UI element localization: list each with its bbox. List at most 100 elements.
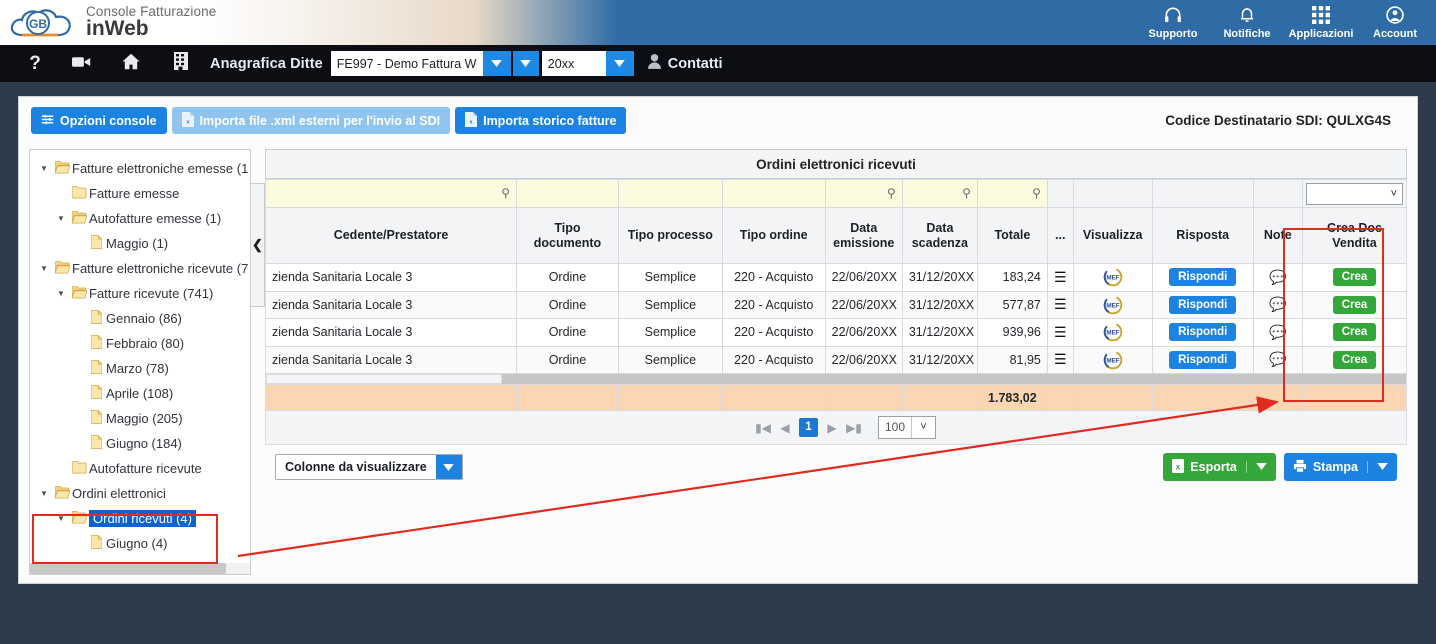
tree-item[interactable]: ▼ Fatture emesse	[30, 181, 250, 206]
hamburger-icon[interactable]: ☰	[1054, 352, 1067, 366]
chevron-down-icon[interactable]	[1367, 461, 1397, 473]
table-row[interactable]: zienda Sanitaria Locale 3 Ordine Semplice 2…	[264, 345, 1408, 374]
col-note[interactable]: Note	[1252, 207, 1303, 264]
chevron-down-icon[interactable]: ▼	[36, 164, 52, 173]
tree-item[interactable]: ▼ Gennaio (86)	[30, 306, 250, 331]
mef-logo-icon[interactable]: MEF	[1103, 323, 1123, 342]
chevron-down-icon[interactable]: ˅	[911, 417, 935, 438]
col-visualizza[interactable]: Visualizza	[1072, 207, 1153, 264]
company-selector[interactable]	[330, 51, 539, 76]
video-icon[interactable]	[56, 54, 106, 74]
colonne-da-visualizzare-select[interactable]: Colonne da visualizzare	[275, 454, 463, 480]
page-size-selector[interactable]: 100 ˅	[878, 416, 936, 439]
col-cedente[interactable]: Cedente/Prestatore	[264, 207, 518, 264]
header-item-applicazioni[interactable]: Applicazioni	[1284, 5, 1358, 40]
cell-crea-doc-vendita[interactable]: Crea	[1301, 290, 1408, 319]
col-more[interactable]: ...	[1046, 207, 1074, 264]
cell-visualizza[interactable]: MEF	[1072, 263, 1153, 292]
filter-crea-doc-vendita[interactable]: ˅	[1301, 179, 1408, 208]
crea-button[interactable]: Crea	[1332, 268, 1377, 287]
cell-risposta[interactable]: Rispondi	[1151, 263, 1254, 292]
cell-note[interactable]: 💬	[1252, 263, 1303, 292]
header-item-supporto[interactable]: Supporto	[1136, 5, 1210, 40]
stampa-button[interactable]: Stampa	[1283, 453, 1397, 481]
home-icon[interactable]	[106, 53, 156, 75]
col-tipo-documento[interactable]: Tipo documento	[516, 207, 619, 264]
tree-item[interactable]: ▼ Aprile (108)	[30, 381, 250, 406]
year-dropdown-button[interactable]	[605, 51, 634, 76]
year-selector[interactable]	[541, 51, 634, 76]
cell-risposta[interactable]: Rispondi	[1151, 345, 1254, 374]
cell-risposta[interactable]: Rispondi	[1151, 290, 1254, 319]
building-icon[interactable]	[156, 52, 206, 75]
tree-item[interactable]: ▼ Marzo (78)	[30, 356, 250, 381]
col-data-emissione[interactable]: Data emissione	[824, 207, 903, 264]
tree-item[interactable]: ▼ Giugno (184)	[30, 431, 250, 456]
tree-item[interactable]: ▼ Fatture elettroniche emesse (1	[30, 156, 250, 181]
cell-more[interactable]: ☰	[1046, 345, 1074, 374]
cell-visualizza[interactable]: MEF	[1072, 318, 1153, 347]
rispondi-button[interactable]: Rispondi	[1169, 350, 1237, 369]
chevron-down-icon[interactable]: ▼	[36, 489, 52, 498]
cell-visualizza[interactable]: MEF	[1072, 345, 1153, 374]
col-tipo-processo[interactable]: Tipo processo	[617, 207, 723, 264]
year-input[interactable]	[541, 51, 606, 76]
importa-xml-button[interactable]: x Importa file .xml esterni per l'invio …	[171, 107, 451, 134]
header-item-notifiche[interactable]: Notifiche	[1210, 5, 1284, 40]
speech-bubble-icon[interactable]: 💬	[1269, 296, 1286, 312]
filter-tipo-documento[interactable]	[516, 179, 619, 208]
tree-item[interactable]: ▼ Giugno (4)	[30, 531, 250, 556]
hamburger-icon[interactable]: ☰	[1054, 270, 1067, 284]
table-row[interactable]: zienda Sanitaria Locale 3 Ordine Semplice 2…	[264, 263, 1408, 292]
header-item-account[interactable]: Account	[1358, 5, 1432, 40]
page-number-1[interactable]: 1	[799, 418, 818, 437]
last-page-icon[interactable]: ▶▮	[846, 421, 862, 435]
cell-visualizza[interactable]: MEF	[1072, 290, 1153, 319]
grid-horizontal-scrollbar[interactable]	[265, 374, 1407, 384]
col-totale[interactable]: Totale	[976, 207, 1048, 264]
rispondi-button[interactable]: Rispondi	[1169, 295, 1237, 314]
cell-more[interactable]: ☰	[1046, 318, 1074, 347]
filter-tipo-processo[interactable]	[617, 179, 723, 208]
filter-data-emissione[interactable]: ⚲	[824, 179, 903, 208]
tree-item[interactable]: ▼ Febbraio (80)	[30, 331, 250, 356]
tree-item[interactable]: ▼ Maggio (1)	[30, 231, 250, 256]
rispondi-button[interactable]: Rispondi	[1169, 268, 1237, 287]
help-icon[interactable]: ?	[14, 53, 56, 75]
first-page-icon[interactable]: ▮◀	[755, 421, 771, 435]
speech-bubble-icon[interactable]: 💬	[1269, 351, 1286, 367]
filter-tipo-ordine[interactable]	[721, 179, 826, 208]
hamburger-icon[interactable]: ☰	[1054, 297, 1067, 311]
tree-item[interactable]: ▼ Autofatture ricevute	[30, 456, 250, 481]
tree-item[interactable]: ▼ Ordini ricevuti (4)	[30, 506, 250, 531]
col-data-scadenza[interactable]: Data scadenza	[901, 207, 978, 264]
esporta-button[interactable]: x Esporta	[1163, 453, 1276, 481]
chevron-down-icon[interactable]: ▼	[53, 289, 69, 298]
contatti-link[interactable]: Contatti	[647, 54, 723, 73]
tree-item[interactable]: ▼ Maggio (205)	[30, 406, 250, 431]
filter-data-scadenza[interactable]: ⚲	[901, 179, 978, 208]
company-dropdown-button[interactable]	[482, 51, 511, 76]
cell-note[interactable]: 💬	[1252, 345, 1303, 374]
mef-logo-icon[interactable]: MEF	[1103, 268, 1123, 287]
speech-bubble-icon[interactable]: 💬	[1269, 269, 1286, 285]
opzioni-console-button[interactable]: Opzioni console	[31, 107, 167, 134]
col-crea-doc-vendita[interactable]: Crea Doc Vendita	[1301, 207, 1408, 264]
cell-more[interactable]: ☰	[1046, 290, 1074, 319]
tree-item[interactable]: ▼ Ordini elettronici	[30, 481, 250, 506]
company-extra-dropdown-button[interactable]	[510, 51, 539, 76]
crea-button[interactable]: Crea	[1332, 295, 1377, 314]
mef-logo-icon[interactable]: MEF	[1103, 295, 1123, 314]
tree-item[interactable]: ▼ Fatture elettroniche ricevute (7	[30, 256, 250, 281]
chevron-down-icon[interactable]: ▼	[36, 264, 52, 273]
table-row[interactable]: zienda Sanitaria Locale 3 Ordine Semplice 2…	[264, 290, 1408, 319]
next-page-icon[interactable]: ▶	[824, 421, 840, 435]
col-tipo-ordine[interactable]: Tipo ordine	[721, 207, 826, 264]
tree-item[interactable]: ▼ Fatture ricevute (741)	[30, 281, 250, 306]
cell-crea-doc-vendita[interactable]: Crea	[1301, 345, 1408, 374]
cell-risposta[interactable]: Rispondi	[1151, 318, 1254, 347]
filter-cedente[interactable]: ⚲	[264, 179, 518, 208]
tree-collapse-button[interactable]: ❮	[251, 183, 265, 307]
rispondi-button[interactable]: Rispondi	[1169, 323, 1237, 342]
crea-button[interactable]: Crea	[1332, 350, 1377, 369]
